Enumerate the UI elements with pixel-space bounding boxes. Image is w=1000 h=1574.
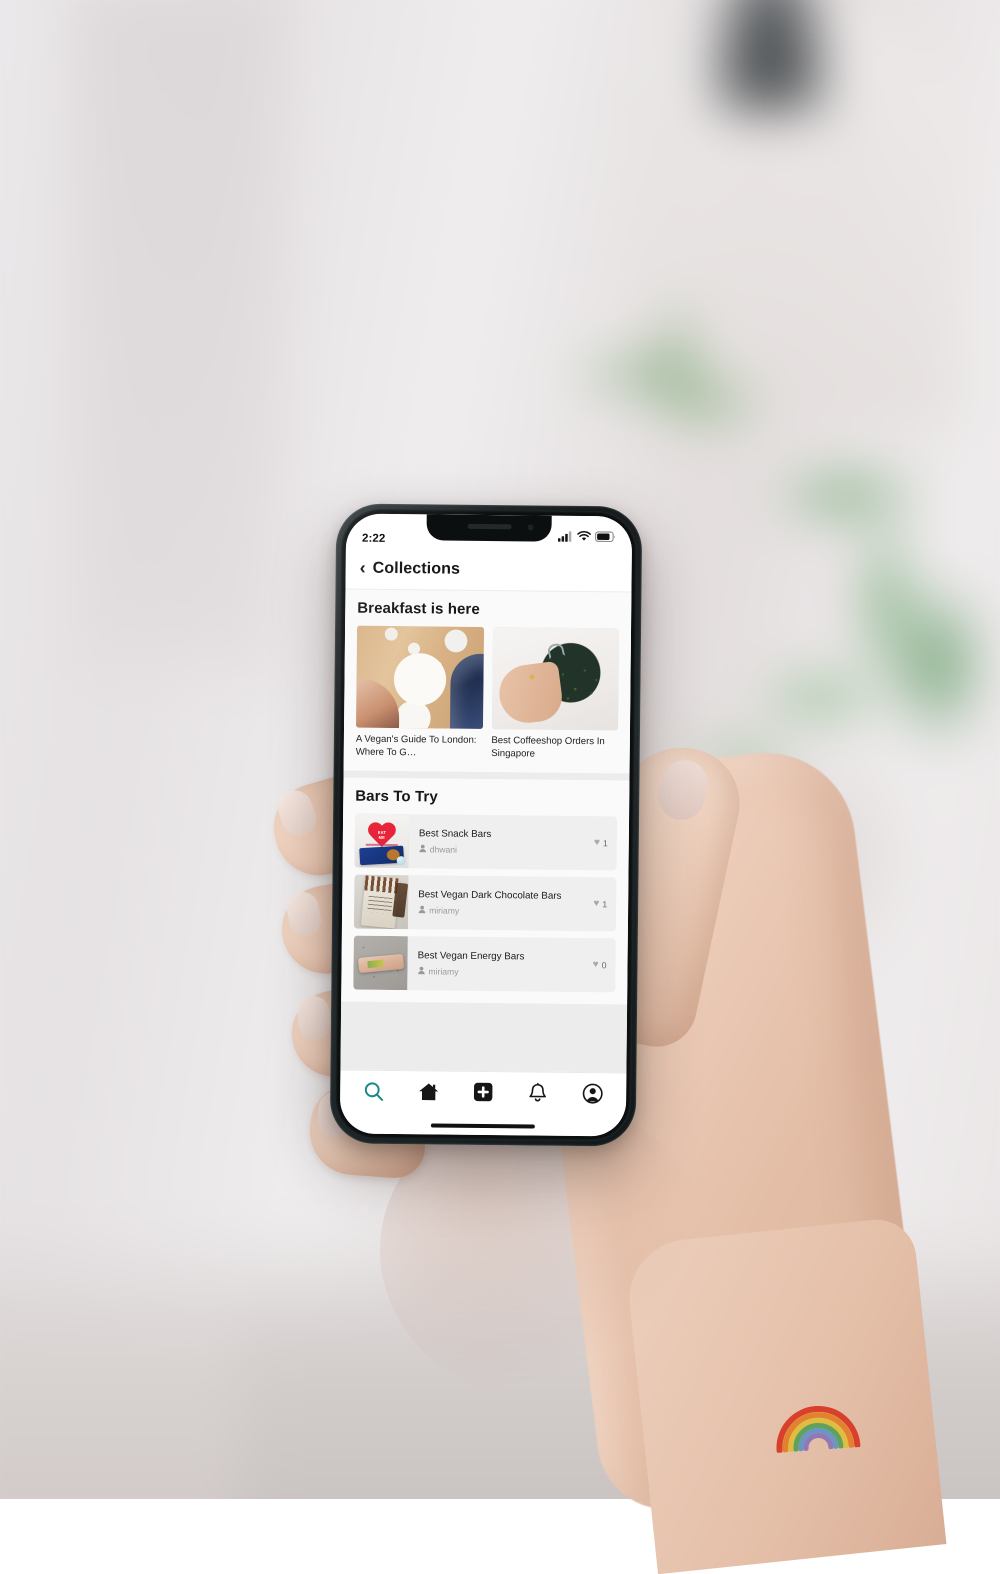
section-breakfast: Breakfast is here A Vegan's Guide To Lon… (344, 590, 632, 774)
section-title: Breakfast is here (357, 600, 619, 620)
row-text: Best Vegan Dark Chocolate Bars miriamy (408, 876, 590, 932)
heart-icon: ♥ (594, 838, 600, 848)
row-thumbnail: EATME (355, 814, 410, 869)
row-text: Best Snack Bars dhwani (409, 815, 591, 871)
page-title: Collections (373, 559, 461, 578)
eat-me-label: EATME (378, 831, 386, 840)
list-item[interactable]: EATME Best Snack Bars (355, 814, 618, 871)
person-icon (582, 1083, 603, 1109)
cellular-signal-icon (558, 529, 573, 547)
phone-screen: 2:22 (340, 514, 632, 1137)
row-text: Best Vegan Energy Bars miriamy (407, 937, 589, 993)
decor-bauble (397, 856, 406, 865)
author-name: miriamy (428, 967, 458, 977)
row-thumbnail (354, 875, 409, 930)
person-icon (419, 844, 427, 854)
row-thumbnail (353, 936, 408, 991)
sidebar-item-home[interactable] (410, 1079, 446, 1109)
home-icon (418, 1081, 439, 1107)
plus-square-icon (473, 1082, 493, 1107)
smoothie-specks (552, 658, 605, 711)
card-grid: A Vegan's Guide To London: Where To G… B… (356, 626, 619, 762)
card-title: Best Coffeeshop Orders In Singapore (491, 735, 618, 762)
status-bar: 2:22 (346, 514, 632, 551)
like-number: 1 (603, 839, 608, 849)
row-title: Best Vegan Energy Bars (418, 951, 581, 964)
list-item[interactable]: Best Vegan Dark Chocolate Bars miriamy (354, 875, 617, 932)
search-icon (363, 1080, 384, 1106)
home-indicator-area (340, 1115, 626, 1136)
chocolate-piece (392, 883, 408, 918)
notch (426, 514, 551, 541)
sidebar-item-create[interactable] (465, 1079, 501, 1109)
collection-card[interactable]: A Vegan's Guide To London: Where To G… (356, 626, 484, 761)
earpiece-speaker (467, 524, 511, 529)
home-indicator[interactable] (431, 1123, 535, 1128)
author-name: miriamy (429, 906, 459, 916)
vegan-bowls-flatlay-art (356, 626, 484, 729)
card-title: A Vegan's Guide To London: Where To G… (356, 734, 483, 761)
like-count[interactable]: ♥ 1 (590, 838, 617, 848)
card-image-green-smoothie (492, 627, 620, 730)
list-item[interactable]: Best Vegan Energy Bars miriamy (353, 936, 616, 993)
like-count[interactable]: ♥ 1 (589, 899, 616, 909)
card-image-vegan-bowls (356, 626, 484, 729)
collections-list[interactable]: Breakfast is here A Vegan's Guide To Lon… (340, 590, 631, 1073)
energy-bar-art (353, 936, 408, 991)
back-icon[interactable]: ‹ (360, 558, 366, 578)
front-camera (528, 524, 534, 530)
sidebar-item-notifications[interactable] (520, 1080, 556, 1110)
row-author: miriamy (418, 905, 581, 917)
like-number: 0 (602, 961, 607, 971)
eat-me-snack-bar-art: EATME (355, 814, 410, 869)
dark-chocolate-bar-art (354, 875, 409, 930)
section-title: Bars To Try (355, 788, 617, 808)
wifi-icon (577, 529, 591, 547)
battery-icon (595, 529, 616, 547)
bell-icon (528, 1082, 547, 1108)
person-icon (417, 966, 425, 976)
like-count[interactable]: ♥ 0 (589, 960, 616, 970)
section-bars-to-try: Bars To Try EATME (341, 778, 629, 1005)
energy-bar-package (358, 954, 404, 973)
row-author: miriamy (417, 966, 580, 978)
mug-handle (547, 642, 566, 659)
nav-header: ‹ Collections (345, 548, 631, 593)
author-name: dhwani (430, 845, 457, 855)
sidebar-item-profile[interactable] (575, 1080, 611, 1110)
row-list: EATME Best Snack Bars (353, 814, 617, 993)
person-icon (418, 905, 426, 915)
status-icons (558, 529, 616, 548)
sidebar-item-search[interactable] (355, 1078, 391, 1108)
phone-device: 2:22 (330, 503, 643, 1146)
like-number: 1 (602, 900, 607, 910)
heart-icon: ♥ (593, 960, 599, 970)
row-title: Best Snack Bars (419, 829, 582, 842)
status-time: 2:22 (362, 533, 386, 545)
row-title: Best Vegan Dark Chocolate Bars (418, 890, 581, 903)
green-smoothie-art (492, 627, 620, 730)
bottom-tab-bar (340, 1069, 626, 1118)
collection-card[interactable]: Best Coffeeshop Orders In Singapore (491, 627, 619, 762)
row-author: dhwani (419, 844, 582, 856)
heart-icon: ♥ (593, 899, 599, 909)
rainbow-tattoo (771, 1401, 864, 1453)
